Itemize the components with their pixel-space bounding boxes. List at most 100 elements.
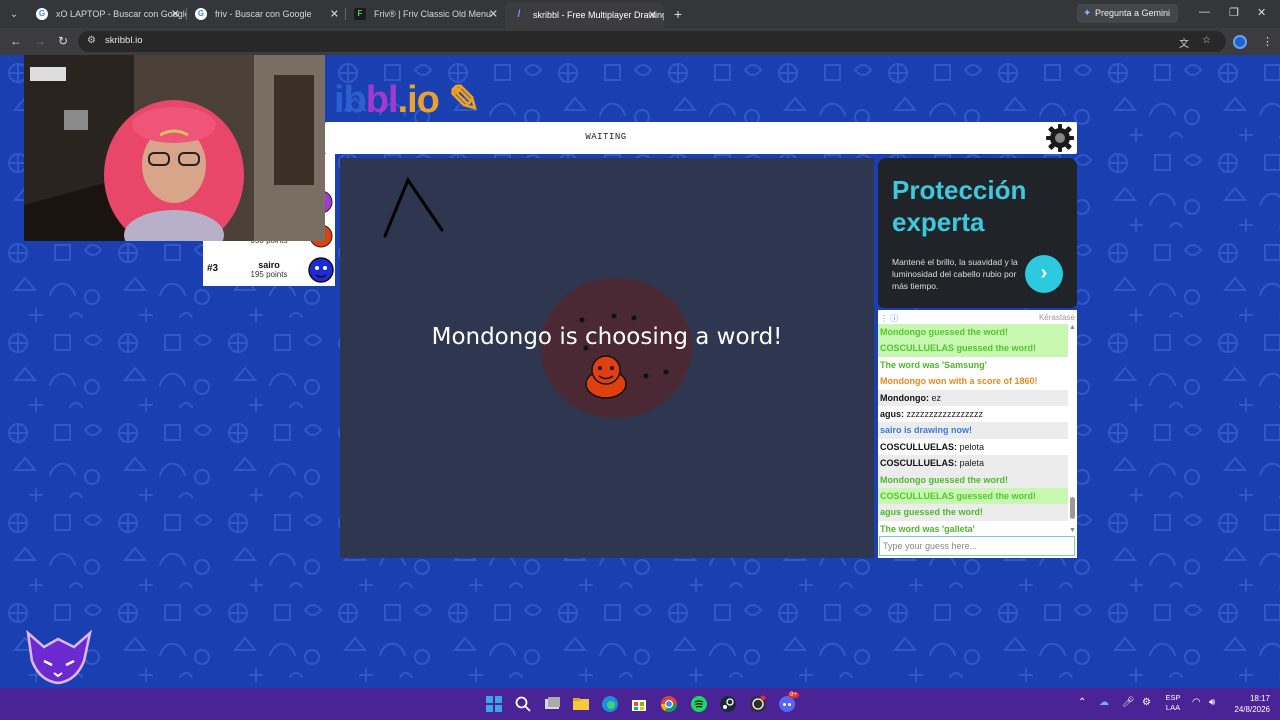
scroll-down-icon[interactable]: ▼	[1069, 527, 1076, 534]
ad-body-text: Mantené el brillo, la suavidad y la lumi…	[892, 257, 1018, 291]
settings-gear-icon[interactable]	[1045, 123, 1075, 153]
browser-toolbar: ← → ↻ ⚙ skribbl.io 文 ☆ ⋮	[0, 28, 1280, 55]
chat-text: zzzzzzzzzzzzzzzzz	[906, 408, 984, 419]
address-bar[interactable]: ⚙ skribbl.io 文 ☆	[78, 31, 1226, 52]
webcam-overlay	[24, 55, 325, 241]
extension-icon[interactable]	[1233, 35, 1247, 49]
ad-headline-line: Protección	[892, 175, 1027, 205]
logo-part: bl	[365, 79, 399, 121]
reload-icon[interactable]: ↻	[58, 34, 68, 48]
onedrive-icon[interactable]: ☁	[1099, 697, 1109, 708]
chat-message: COSCULLUELAS: paleta	[878, 455, 1068, 472]
scroll-up-icon[interactable]: ▲	[1069, 324, 1076, 331]
drawing-canvas[interactable]: Mondongo is choosing a word!	[340, 158, 874, 558]
chat-messages: Mondongo guessed the word! COSCULLUELAS g…	[878, 324, 1068, 534]
tab-title: skribbl - Free Multiplayer Drawing	[533, 10, 664, 20]
chat-message: Mondongo guessed the word!	[878, 324, 1068, 341]
game-status-bar: WAITING	[325, 122, 1077, 154]
chat-message: The word was 'Samsung'	[880, 359, 987, 370]
chat-message: Mondongo guessed the word!	[878, 471, 1068, 488]
tab-google-search-2[interactable]: G friv - Buscar con Google ✕	[187, 2, 346, 26]
chat-panel: ⋮ ⓘ Kérastase Mondongo guessed the word!…	[878, 310, 1077, 558]
scrollbar-thumb[interactable]	[1070, 497, 1075, 519]
chevron-down-icon: ⌄	[9, 8, 19, 20]
windows-start-icon[interactable]	[485, 695, 503, 713]
tab-title: xO LAPTOP - Buscar con Google	[56, 9, 187, 19]
clock-time: 18:17	[1249, 694, 1270, 703]
lang-line: LAA	[1165, 703, 1181, 712]
skribbl-icon: /	[517, 9, 521, 20]
search-icon[interactable]	[514, 695, 532, 713]
streamer-fox-logo	[26, 629, 93, 685]
forward-arrow-icon[interactable]: →	[34, 34, 46, 48]
new-tab-button[interactable]: +	[664, 2, 692, 26]
chat-author: Mondongo:	[880, 392, 929, 403]
chat-message: COSCULLUELAS guessed the word!	[878, 340, 1068, 357]
close-tab-icon[interactable]: ✕	[489, 8, 498, 21]
close-tab-icon[interactable]: ✕	[330, 8, 339, 21]
player-avatar	[308, 257, 334, 283]
advertisement[interactable]: Protección experta Mantené el brillo, la…	[878, 158, 1077, 308]
player-rank: #3	[207, 263, 219, 274]
player-name: sairo	[258, 260, 280, 270]
guess-input[interactable]	[879, 536, 1075, 556]
browser-tab-bar: ⌄ G xO LAPTOP - Buscar con Google ✕ G fr…	[0, 0, 1280, 28]
file-explorer-icon[interactable]	[572, 695, 590, 713]
tab-search-button[interactable]: ⌄	[0, 0, 28, 28]
lang-line: ESP	[1165, 693, 1181, 702]
close-window-icon[interactable]: ✕	[1257, 6, 1266, 19]
close-tab-icon[interactable]: ✕	[171, 8, 180, 21]
system-clock[interactable]: 18:17 24/8/2026	[1222, 693, 1270, 715]
chat-message: COSCULLUELAS guessed the word!	[878, 487, 1068, 505]
chat-message: The word was 'galleta'	[880, 523, 975, 534]
tab-friv[interactable]: F Friv® | Friv Classic Old Menu ✕	[346, 2, 505, 26]
clock-date: 24/8/2026	[1234, 705, 1270, 714]
choosing-word-message: Mondongo is choosing a word!	[431, 324, 783, 350]
chat-message: Mondongo won with a score of 1860!	[880, 376, 1038, 387]
restore-icon[interactable]: ❐	[1229, 6, 1239, 19]
gemini-label: Pregunta a Gemini	[1095, 8, 1171, 18]
google-icon: G	[36, 8, 48, 20]
store-icon[interactable]	[630, 695, 648, 713]
spotify-icon[interactable]	[690, 695, 708, 713]
player-entry[interactable]: #3 sairo 195 points	[203, 254, 335, 286]
google-icon: G	[195, 8, 207, 20]
steam-icon[interactable]	[719, 695, 737, 713]
translate-icon[interactable]: 文	[1179, 35, 1189, 50]
chat-text: pelota	[959, 441, 985, 452]
bookmark-star-icon[interactable]: ☆	[1202, 35, 1211, 46]
chat-author: agus:	[880, 408, 905, 419]
microphone-icon[interactable]: 🎤︎	[1122, 697, 1135, 708]
edge-icon[interactable]	[601, 695, 619, 713]
logo-part: .io	[397, 79, 440, 121]
minimize-icon[interactable]: —	[1199, 6, 1210, 18]
back-arrow-icon[interactable]: ←	[10, 34, 22, 48]
tab-google-search-1[interactable]: G xO LAPTOP - Buscar con Google ✕	[28, 2, 187, 26]
ad-info-icon[interactable]: ⋮ ⓘ	[880, 313, 898, 324]
chat-message: agus: zzzzzzzzzzzzzzzzz	[878, 406, 1068, 422]
chrome-icon[interactable]	[660, 695, 678, 713]
ask-gemini-button[interactable]: ✦ Pregunta a Gemini	[1077, 4, 1179, 23]
discord-notification-badge: 9+	[788, 692, 799, 698]
windows-taskbar: 9+ ⌃ ☁ 🎤︎ ⚙ ESP LAA ◠ 🔊︎ 18:17 24/8/2026	[0, 688, 1280, 720]
chat-scrollbar[interactable]: ▲ ▼	[1069, 324, 1076, 534]
more-menu-icon[interactable]: ⋮	[1262, 35, 1273, 48]
close-tab-icon[interactable]: ✕	[648, 9, 657, 22]
tab-skribbl[interactable]: / skribbl - Free Multiplayer Drawing ✕	[505, 2, 664, 28]
webcam-feed	[24, 55, 325, 241]
volume-icon[interactable]: 🔊︎	[1209, 697, 1215, 708]
skribbl-logo: ibbl.io ✎	[334, 77, 480, 122]
chat-message: sairo is drawing now!	[878, 422, 1068, 439]
game-status-text: WAITING	[585, 132, 627, 142]
url-text[interactable]: skribbl.io	[105, 35, 143, 46]
ad-arrow-button[interactable]: ›	[1025, 255, 1063, 293]
tray-expand-icon[interactable]: ⌃	[1078, 697, 1086, 708]
task-view-icon[interactable]	[543, 695, 561, 713]
wifi-icon[interactable]: ◠	[1192, 697, 1201, 708]
settings-tray-icon[interactable]: ⚙	[1142, 697, 1151, 708]
tab-title: Friv® | Friv Classic Old Menu	[374, 9, 491, 19]
obs-icon[interactable]	[749, 695, 767, 713]
language-indicator[interactable]: ESP LAA	[1162, 693, 1184, 713]
chat-author: COSCULLUELAS:	[880, 441, 957, 452]
site-info-icon[interactable]: ⚙	[87, 35, 96, 46]
